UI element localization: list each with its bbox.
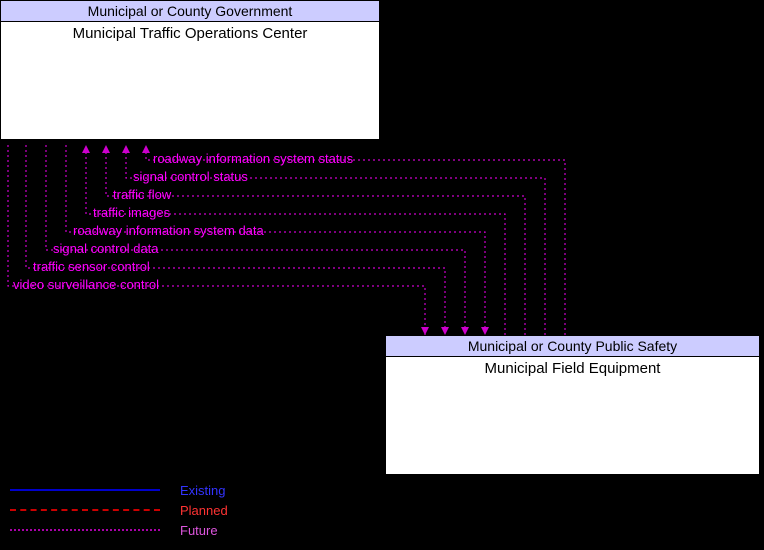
node-municipal-traffic-ops[interactable]: Municipal or County Government Municipal…	[0, 0, 380, 140]
legend-row-existing: Existing	[10, 480, 228, 500]
legend-label: Planned	[180, 503, 228, 518]
flow-label[interactable]: signal control data	[53, 241, 159, 256]
legend-label: Future	[180, 523, 218, 538]
flow-label[interactable]: traffic flow	[113, 187, 171, 202]
flow-label[interactable]: signal control status	[133, 169, 248, 184]
legend-label: Existing	[180, 483, 226, 498]
node-municipal-field-equipment[interactable]: Municipal or County Public Safety Munici…	[385, 335, 760, 475]
node-header: Municipal or County Government	[1, 1, 379, 22]
node-title: Municipal Field Equipment	[386, 357, 759, 380]
legend-line-icon	[10, 529, 160, 531]
flow-label[interactable]: traffic images	[93, 205, 170, 220]
flow-label[interactable]: video surveillance control	[13, 277, 159, 292]
node-header: Municipal or County Public Safety	[386, 336, 759, 357]
legend-line-icon	[10, 509, 160, 511]
legend-row-planned: Planned	[10, 500, 228, 520]
flow-label[interactable]: traffic sensor control	[33, 259, 150, 274]
flow-label[interactable]: roadway information system data	[73, 223, 264, 238]
legend-row-future: Future	[10, 520, 228, 540]
legend: Existing Planned Future	[10, 480, 228, 540]
legend-line-icon	[10, 489, 160, 491]
node-title: Municipal Traffic Operations Center	[1, 22, 379, 45]
flow-label[interactable]: roadway information system status	[153, 151, 353, 166]
